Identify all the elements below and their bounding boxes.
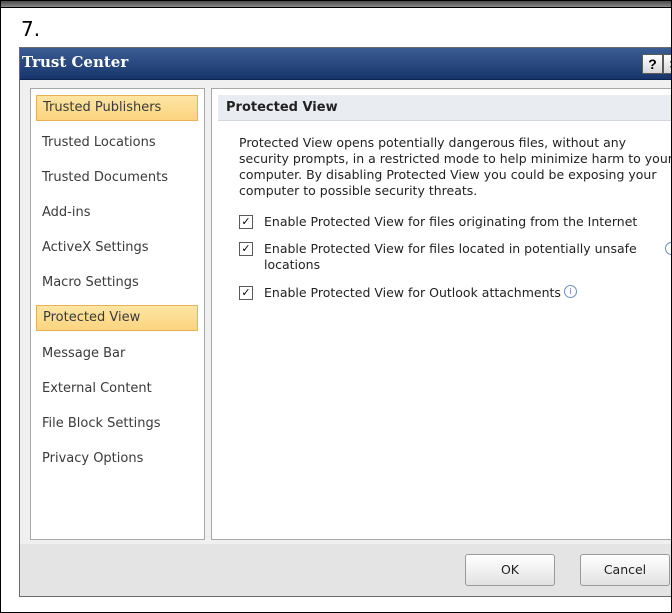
info-icon[interactable]: i bbox=[665, 242, 671, 255]
dialog-button-bar bbox=[20, 544, 671, 596]
cancel-button[interactable]: Cancel bbox=[580, 554, 670, 586]
sidebar-item-activex-settings[interactable]: ActiveX Settings bbox=[36, 235, 198, 261]
step-number: 7. bbox=[21, 17, 41, 41]
sidebar-item-external-content[interactable]: External Content bbox=[36, 376, 198, 402]
option-label-group: Enable Protected View for Outlook attach… bbox=[264, 285, 577, 301]
option-label: Enable Protected View for files located … bbox=[264, 241, 637, 272]
sidebar-item-message-bar[interactable]: Message Bar bbox=[36, 341, 198, 367]
previous-screenshot-edge bbox=[1, 1, 671, 8]
unsafe-locations-checkbox[interactable]: ✓ bbox=[239, 242, 253, 256]
outlook-attachments-checkbox[interactable]: ✓ bbox=[239, 286, 253, 300]
sidebar-item-privacy-options[interactable]: Privacy Options bbox=[36, 446, 198, 472]
protected-view-description: Protected View opens potentially dangero… bbox=[239, 135, 672, 198]
sidebar-item-trusted-locations[interactable]: Trusted Locations bbox=[36, 130, 198, 156]
internet-files-checkbox[interactable]: ✓ bbox=[239, 215, 253, 229]
sidebar-item-trusted-documents[interactable]: Trusted Documents bbox=[36, 165, 198, 191]
dialog-title: Trust Center bbox=[22, 53, 129, 71]
document-frame: 7. Trust Center ? × Trusted Publishers T… bbox=[0, 0, 672, 613]
trust-center-sidebar: Trusted Publishers Trusted Locations Tru… bbox=[30, 88, 205, 540]
dialog-titlebar: Trust Center ? × bbox=[20, 48, 671, 80]
sidebar-item-file-block-settings[interactable]: File Block Settings bbox=[36, 411, 198, 437]
info-icon[interactable]: i bbox=[563, 285, 577, 298]
option-label: Enable Protected View for files originat… bbox=[264, 214, 638, 229]
sidebar-item-trusted-publishers[interactable]: Trusted Publishers bbox=[36, 95, 198, 121]
help-button[interactable]: ? bbox=[642, 54, 663, 74]
trust-center-dialog: Trust Center ? × Trusted Publishers Trus… bbox=[19, 47, 672, 597]
close-button[interactable]: × bbox=[663, 54, 671, 74]
section-title: Protected View bbox=[218, 95, 671, 121]
sidebar-item-macro-settings[interactable]: Macro Settings bbox=[36, 270, 198, 296]
protected-view-panel: Protected View Protected View opens pote… bbox=[211, 88, 672, 540]
sidebar-item-protected-view[interactable]: Protected View bbox=[36, 305, 198, 331]
option-label: Enable Protected View for Outlook attach… bbox=[264, 285, 561, 300]
ok-button[interactable]: OK bbox=[465, 554, 555, 586]
sidebar-item-add-ins[interactable]: Add-ins bbox=[36, 200, 198, 226]
